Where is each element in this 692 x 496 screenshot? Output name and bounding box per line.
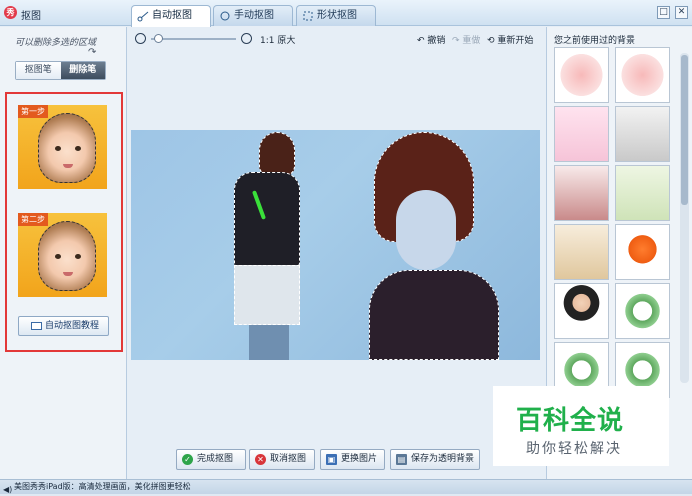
photo-region <box>369 270 499 360</box>
photo-region <box>234 172 300 267</box>
photo-region <box>396 190 456 270</box>
step1-label: 第一步 <box>18 105 48 118</box>
save-icon: ▤ <box>396 454 407 465</box>
close-button[interactable]: ✕ <box>675 6 688 19</box>
photo-region <box>259 132 295 176</box>
eye <box>75 254 81 259</box>
background-thumbnail[interactable] <box>554 106 609 162</box>
photo-canvas[interactable] <box>131 130 540 360</box>
restart-label: 重新开始 <box>497 36 534 46</box>
image-icon: ▣ <box>326 454 337 465</box>
save-label: 保存为透明背景 <box>411 454 475 464</box>
eye <box>55 254 61 259</box>
book-icon <box>31 322 42 330</box>
zoom-in-icon[interactable] <box>241 33 252 44</box>
mouth <box>63 164 73 168</box>
status-text[interactable]: 美图秀秀iPad版：高清处理画面，美化拼图更轻松 <box>14 482 191 491</box>
panel-title: 您之前使用过的背景 <box>554 36 636 46</box>
background-thumbnail[interactable] <box>554 283 609 339</box>
curved-arrow-icon: ↷ <box>88 47 97 58</box>
done-cutout-button[interactable]: ✓ 完成抠图 <box>176 449 246 470</box>
zoom-slider-handle[interactable] <box>154 34 163 43</box>
scissors-icon <box>137 11 149 22</box>
tab-shape-cutout[interactable]: 形状抠图 <box>296 5 376 26</box>
tutorial-label: 自动抠图教程 <box>45 321 100 331</box>
steps-guide: 第一步 第二步 自动抠图教程 <box>5 92 123 352</box>
redo-label: 重做 <box>462 36 481 46</box>
redo-button[interactable]: ↷ 重做 <box>452 33 480 46</box>
background-thumbnail[interactable] <box>554 165 609 221</box>
tab-label: 形状抠图 <box>317 10 357 21</box>
watermark-subtitle: 助你轻松解决 <box>526 441 622 457</box>
photo-region <box>234 265 300 325</box>
photo-region <box>249 325 289 360</box>
tab-label: 自动抠图 <box>152 10 192 21</box>
editor-area: 1:1 原大 ↶ 撤销 ↷ 重做 ⟲ 重新开始 ✓ 完成抠图 ✕ 取消抠图 ▣ … <box>127 27 546 479</box>
save-transparent-button[interactable]: ▤ 保存为透明背景 <box>390 449 480 470</box>
speaker-icon: ◀) <box>3 485 13 494</box>
baby-photo <box>38 221 96 291</box>
cancel-cutout-button[interactable]: ✕ 取消抠图 <box>249 449 315 470</box>
done-label: 完成抠图 <box>197 454 234 464</box>
actual-size-button[interactable]: 1:1 原大 <box>260 33 295 46</box>
cancel-label: 取消抠图 <box>270 454 307 464</box>
undo-button[interactable]: ↶ 撤销 <box>417 33 445 46</box>
hint-text: 可以删除多选的区域 <box>15 38 97 48</box>
window-title: 抠图 <box>21 11 41 22</box>
step2-image: 第二步 <box>18 213 107 297</box>
shape-icon <box>303 11 313 21</box>
tutorial-button[interactable]: 自动抠图教程 <box>18 316 109 336</box>
pen-mode-switch: 抠图笔 删除笔 <box>15 61 106 80</box>
step1-image: 第一步 <box>18 105 107 189</box>
status-bar: ◀) 美图秀秀iPad版：高清处理画面，美化拼图更轻松 <box>0 479 692 494</box>
mouth <box>63 272 73 276</box>
gear-scissors-icon <box>220 11 230 21</box>
watermark: 百科全说 助你轻松解决 <box>493 386 669 466</box>
delete-pen-button[interactable]: 删除笔 <box>60 62 105 79</box>
replace-label: 更换图片 <box>341 454 378 464</box>
background-thumbnail[interactable] <box>615 283 670 339</box>
app-icon: 秀 <box>4 6 17 19</box>
left-panel: 可以删除多选的区域 ↷ 抠图笔 删除笔 第一步 第二步 自动抠图教程 <box>0 27 127 479</box>
background-thumbnail[interactable] <box>615 165 670 221</box>
background-thumbnail[interactable] <box>615 224 670 280</box>
undo-label: 撤销 <box>427 36 446 46</box>
background-thumbnail[interactable] <box>615 47 670 103</box>
eye <box>75 146 81 151</box>
tab-auto-cutout[interactable]: 自动抠图 <box>131 5 211 27</box>
zoom-out-icon[interactable] <box>135 33 146 44</box>
background-thumbnail[interactable] <box>554 47 609 103</box>
background-thumbnail[interactable] <box>615 106 670 162</box>
window: 秀 抠图 自动抠图 手动抠图 形状抠图 □ ✕ 可以删除多选的区域 ↷ 抠图笔 … <box>0 0 692 494</box>
tab-label: 手动抠图 <box>234 10 274 21</box>
baby-photo <box>38 113 96 183</box>
check-icon: ✓ <box>182 454 193 465</box>
cutout-pen-button[interactable]: 抠图笔 <box>16 62 61 79</box>
maximize-button[interactable]: □ <box>657 6 670 19</box>
restart-button[interactable]: ⟲ 重新开始 <box>487 33 533 46</box>
zoom-slider[interactable] <box>151 38 236 40</box>
scrollbar-thumb[interactable] <box>681 55 688 205</box>
scrollbar[interactable] <box>680 53 689 383</box>
background-thumbnail[interactable] <box>554 224 609 280</box>
eye <box>55 146 61 151</box>
replace-image-button[interactable]: ▣ 更换图片 <box>320 449 385 470</box>
cancel-icon: ✕ <box>255 454 266 465</box>
watermark-title: 百科全说 <box>516 406 625 436</box>
step2-label: 第二步 <box>18 213 48 226</box>
tab-manual-cutout[interactable]: 手动抠图 <box>213 5 293 26</box>
title-bar: 秀 抠图 自动抠图 手动抠图 形状抠图 □ ✕ <box>0 0 692 27</box>
